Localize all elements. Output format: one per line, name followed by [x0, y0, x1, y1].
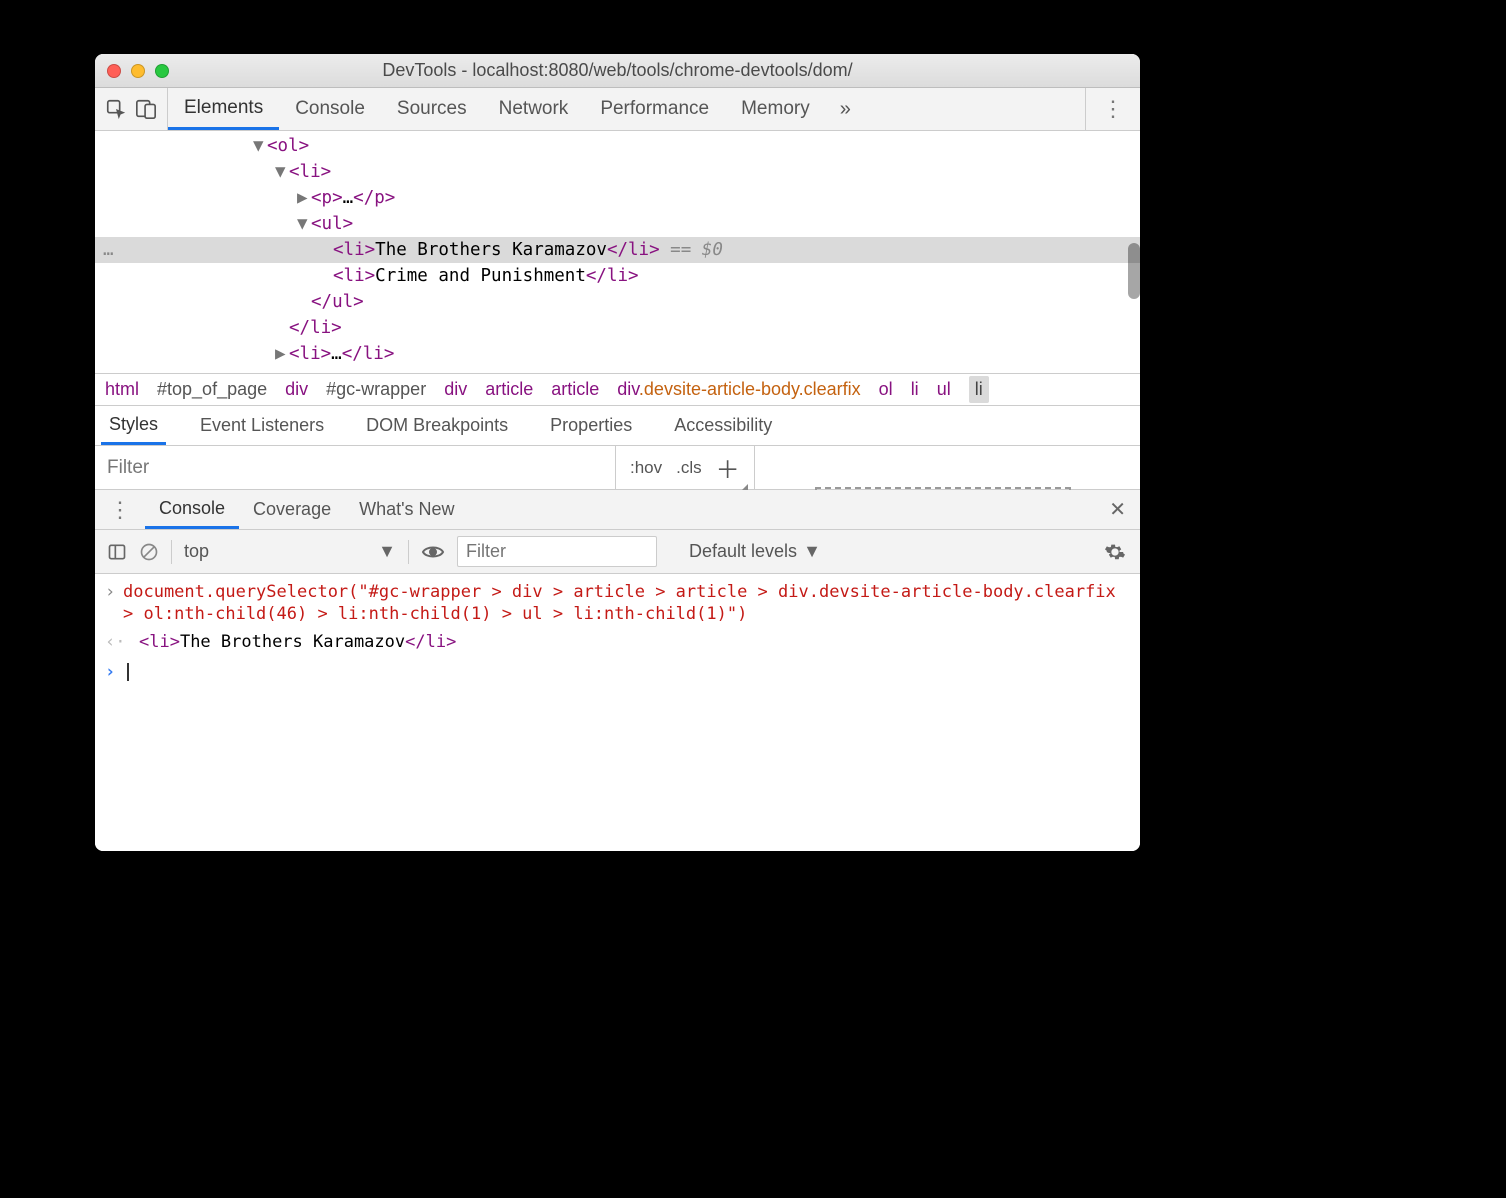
- hov-toggle[interactable]: :hov: [630, 458, 662, 478]
- drawer-menu-icon[interactable]: ⋮: [95, 497, 145, 523]
- new-style-rule-button[interactable]: ＋: [716, 450, 740, 485]
- console-settings-icon[interactable]: [1104, 541, 1126, 563]
- overflow-tabs-icon[interactable]: »: [826, 88, 865, 130]
- window-title: DevTools - localhost:8080/web/tools/chro…: [95, 60, 1140, 81]
- subtab-event-listeners[interactable]: Event Listeners: [192, 406, 332, 445]
- bc-ol[interactable]: ol: [879, 379, 893, 400]
- bc-div2[interactable]: div: [444, 379, 467, 400]
- tab-network[interactable]: Network: [483, 88, 585, 130]
- inspect-icon[interactable]: [105, 98, 127, 120]
- bc-ul[interactable]: ul: [937, 379, 951, 400]
- console-sidebar-toggle-icon[interactable]: [107, 542, 127, 562]
- elements-dom-tree[interactable]: ▼<ol> ▼<li> ▶<p>…</p> ▼<ul> …<li>The Bro…: [95, 131, 1140, 373]
- styles-subtabs: Styles Event Listeners DOM Breakpoints P…: [95, 406, 1140, 446]
- dom-node[interactable]: <li>: [289, 344, 331, 364]
- console-toolbar: top▼ Default levels▼: [95, 530, 1140, 574]
- bc-article2[interactable]: article: [551, 379, 599, 400]
- tab-performance[interactable]: Performance: [584, 88, 725, 130]
- bc-article[interactable]: article: [485, 379, 533, 400]
- bc-li-selected[interactable]: li: [969, 376, 989, 403]
- bc-div[interactable]: div: [285, 379, 308, 400]
- console-input-echo: › document.querySelector("#gc-wrapper > …: [95, 580, 1140, 626]
- dom-node[interactable]: <ol>: [267, 136, 309, 156]
- subtab-accessibility[interactable]: Accessibility: [666, 406, 780, 445]
- console-filter-input[interactable]: [457, 536, 657, 567]
- drawer-tab-whatsnew[interactable]: What's New: [345, 490, 468, 529]
- main-toolbar: Elements Console Sources Network Perform…: [95, 88, 1140, 131]
- log-levels-select[interactable]: Default levels▼: [689, 541, 821, 562]
- drawer-tab-console[interactable]: Console: [145, 490, 239, 529]
- more-menu-icon[interactable]: ⋮: [1085, 88, 1140, 130]
- console-output-row: ‹· <li>The Brothers Karamazov</li>: [95, 630, 1140, 654]
- live-expression-icon[interactable]: [421, 540, 445, 564]
- console-prompt[interactable]: ›: [95, 660, 1140, 684]
- execution-context-select[interactable]: top▼: [184, 541, 396, 562]
- console-output[interactable]: › document.querySelector("#gc-wrapper > …: [95, 574, 1140, 851]
- dom-breadcrumb: html #top_of_page div #gc-wrapper div ar…: [95, 373, 1140, 406]
- bc-li[interactable]: li: [911, 379, 919, 400]
- bc-devsite[interactable]: div.devsite-article-body.clearfix: [617, 379, 860, 400]
- dom-node[interactable]: </li>: [289, 318, 342, 338]
- tab-elements[interactable]: Elements: [168, 88, 279, 130]
- dom-node[interactable]: <li>: [333, 266, 375, 286]
- styles-filter-row: :hov .cls ＋: [95, 446, 1140, 490]
- tab-memory[interactable]: Memory: [725, 88, 826, 130]
- bc-top-of-page[interactable]: #top_of_page: [157, 379, 267, 400]
- drawer-header: ⋮ Console Coverage What's New ✕: [95, 490, 1140, 530]
- dom-node[interactable]: <li>: [289, 162, 331, 182]
- main-tabs: Elements Console Sources Network Perform…: [168, 88, 865, 130]
- titlebar: DevTools - localhost:8080/web/tools/chro…: [95, 54, 1140, 88]
- bc-html[interactable]: html: [105, 379, 139, 400]
- devtools-window: DevTools - localhost:8080/web/tools/chro…: [95, 54, 1140, 851]
- clear-console-icon[interactable]: [139, 542, 159, 562]
- styles-filter-input[interactable]: [95, 446, 615, 489]
- device-toggle-icon[interactable]: [135, 98, 157, 120]
- dom-node[interactable]: </ul>: [311, 292, 364, 312]
- scrollbar-thumb[interactable]: [1128, 243, 1140, 299]
- tab-sources[interactable]: Sources: [381, 88, 483, 130]
- subtab-styles[interactable]: Styles: [101, 406, 166, 445]
- tab-console[interactable]: Console: [279, 88, 381, 130]
- dom-node[interactable]: <ul>: [311, 214, 353, 234]
- subtab-dom-breakpoints[interactable]: DOM Breakpoints: [358, 406, 516, 445]
- dom-node[interactable]: <p>: [311, 188, 343, 208]
- close-drawer-icon[interactable]: ✕: [1109, 497, 1126, 522]
- cls-toggle[interactable]: .cls: [676, 458, 702, 478]
- subtab-properties[interactable]: Properties: [542, 406, 640, 445]
- dom-node-selected[interactable]: …<li>The Brothers Karamazov</li> == $0: [95, 237, 1140, 263]
- drawer-tab-coverage[interactable]: Coverage: [239, 490, 345, 529]
- bc-gc-wrapper[interactable]: #gc-wrapper: [326, 379, 426, 400]
